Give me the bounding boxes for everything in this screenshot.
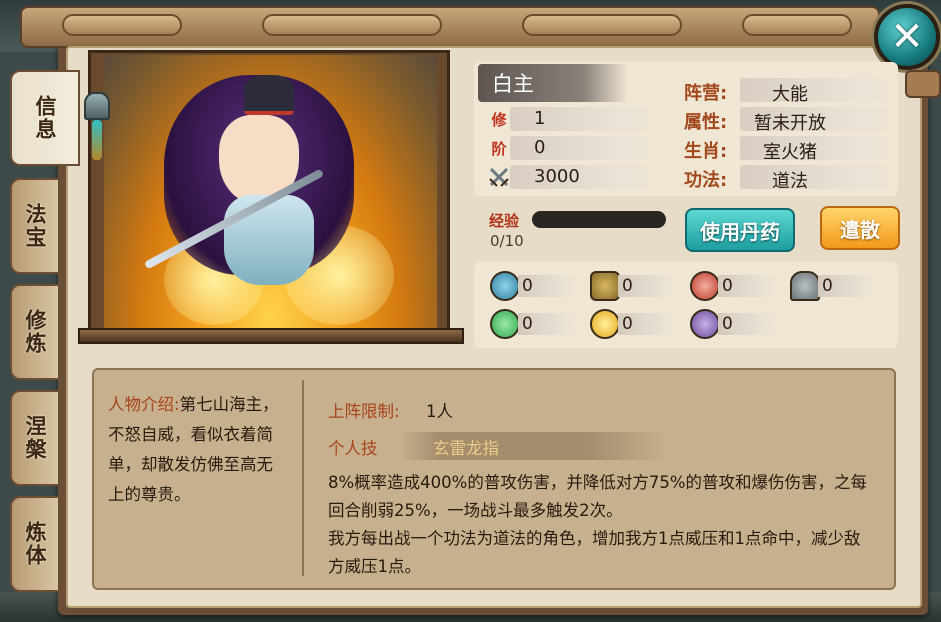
- tab-label: 修炼: [23, 309, 47, 355]
- item-count: 0: [718, 313, 774, 335]
- attr-bar: [740, 165, 890, 189]
- stat-power-value: 3000: [534, 166, 580, 187]
- item-slot[interactable]: 0: [690, 309, 774, 339]
- dismiss-button[interactable]: 遣散: [820, 206, 900, 250]
- item-slot[interactable]: 0: [690, 271, 774, 301]
- bell-ornament-icon: [84, 92, 114, 160]
- stat-cultivation-value: 1: [534, 108, 546, 129]
- green-orb-icon: [490, 309, 520, 339]
- attr-bar: [740, 78, 890, 102]
- dragon-icon: [490, 271, 520, 301]
- corner-ornament: [905, 70, 941, 98]
- item-count: 0: [518, 313, 574, 335]
- helmet-icon: [790, 271, 820, 301]
- hero-body: [224, 195, 314, 285]
- hero-name-box: 白主: [478, 64, 628, 102]
- use-pill-button[interactable]: 使用丹药: [685, 208, 795, 252]
- attr-zodiac-label: 生肖:: [684, 141, 728, 162]
- limit-label: 上阵限制:: [328, 402, 400, 421]
- cloud-ornament: [742, 14, 852, 36]
- attr-technique-label: 功法:: [684, 170, 728, 191]
- skill-label: 个人技: [328, 439, 378, 458]
- item-slot[interactable]: 0: [590, 271, 674, 301]
- tab-treasure[interactable]: 法宝: [10, 178, 60, 274]
- exp-label: 经验: [489, 212, 520, 230]
- item-slot[interactable]: 0: [590, 309, 674, 339]
- skill-name: 玄雷龙指: [433, 439, 499, 458]
- attr-zodiac-value: 室火猪: [763, 142, 817, 163]
- stat-bar: [510, 165, 650, 189]
- hero-name: 白主: [492, 72, 534, 96]
- cloud-ornament: [262, 14, 442, 36]
- tab-label: 信息: [33, 95, 57, 141]
- item-slot[interactable]: 0: [490, 271, 574, 301]
- stat-rank: 阶: [487, 135, 511, 161]
- close-button[interactable]: ✕: [874, 4, 940, 70]
- fist-icon: [690, 271, 720, 301]
- item-count: 0: [618, 313, 674, 335]
- tab-body-refine[interactable]: 炼体: [10, 496, 60, 592]
- hero-crown: [244, 75, 294, 115]
- top-decor-bar: [20, 6, 880, 48]
- cloud-ornament: [522, 14, 682, 36]
- tab-label: 涅槃: [23, 415, 47, 461]
- cloud-ornament: [62, 14, 182, 36]
- item-count: 0: [718, 275, 774, 297]
- portrait-base: [78, 328, 464, 344]
- swords-icon: [487, 165, 511, 189]
- intro-text: 人物介绍:第七山海主，不怒自威，看似衣着简单，却散发仿佛至高无上的尊贵。: [108, 390, 280, 510]
- stat-bar: [510, 136, 650, 160]
- item-count: 0: [818, 275, 874, 297]
- stat-bar: [510, 107, 650, 131]
- skill-description: 8%概率造成400%的普攻伤害，并降低对方75%的普攻和爆伤伤害，之每回合削弱2…: [328, 473, 868, 576]
- tab-nirvana[interactable]: 涅槃: [10, 390, 60, 486]
- item-slot[interactable]: 0: [790, 271, 874, 301]
- stat-power: [487, 164, 511, 190]
- item-slot[interactable]: 0: [490, 309, 574, 339]
- tab-info[interactable]: 信息: [10, 70, 80, 166]
- stat-rank-value: 0: [534, 137, 546, 158]
- intro-label: 人物介绍:: [108, 395, 180, 414]
- exp-progress-bar: [532, 211, 666, 228]
- gold-bell-icon: [590, 309, 620, 339]
- divider: [302, 380, 304, 576]
- hero-portrait: [104, 55, 437, 330]
- attr-faction-value: 大能: [772, 84, 808, 105]
- rank-icon: 阶: [491, 139, 507, 158]
- tab-label: 炼体: [23, 521, 47, 567]
- item-count: 0: [518, 275, 574, 297]
- attr-technique-value: 道法: [772, 171, 808, 192]
- tab-cultivate[interactable]: 修炼: [10, 284, 60, 380]
- stat-cultivation: 修: [487, 106, 511, 132]
- item-count: 0: [618, 275, 674, 297]
- tab-label: 法宝: [23, 203, 47, 249]
- exp-value: 0/10: [490, 232, 524, 250]
- attr-faction-label: 阵营:: [684, 83, 728, 104]
- attr-element-value: 暂未开放: [754, 113, 826, 134]
- cultivation-icon: 修: [491, 110, 507, 129]
- close-icon: ✕: [890, 14, 924, 60]
- attr-element-label: 属性:: [684, 112, 728, 133]
- shield-icon: [590, 271, 620, 301]
- portrait-icon: [690, 309, 720, 339]
- limit-value: 1人: [426, 402, 453, 421]
